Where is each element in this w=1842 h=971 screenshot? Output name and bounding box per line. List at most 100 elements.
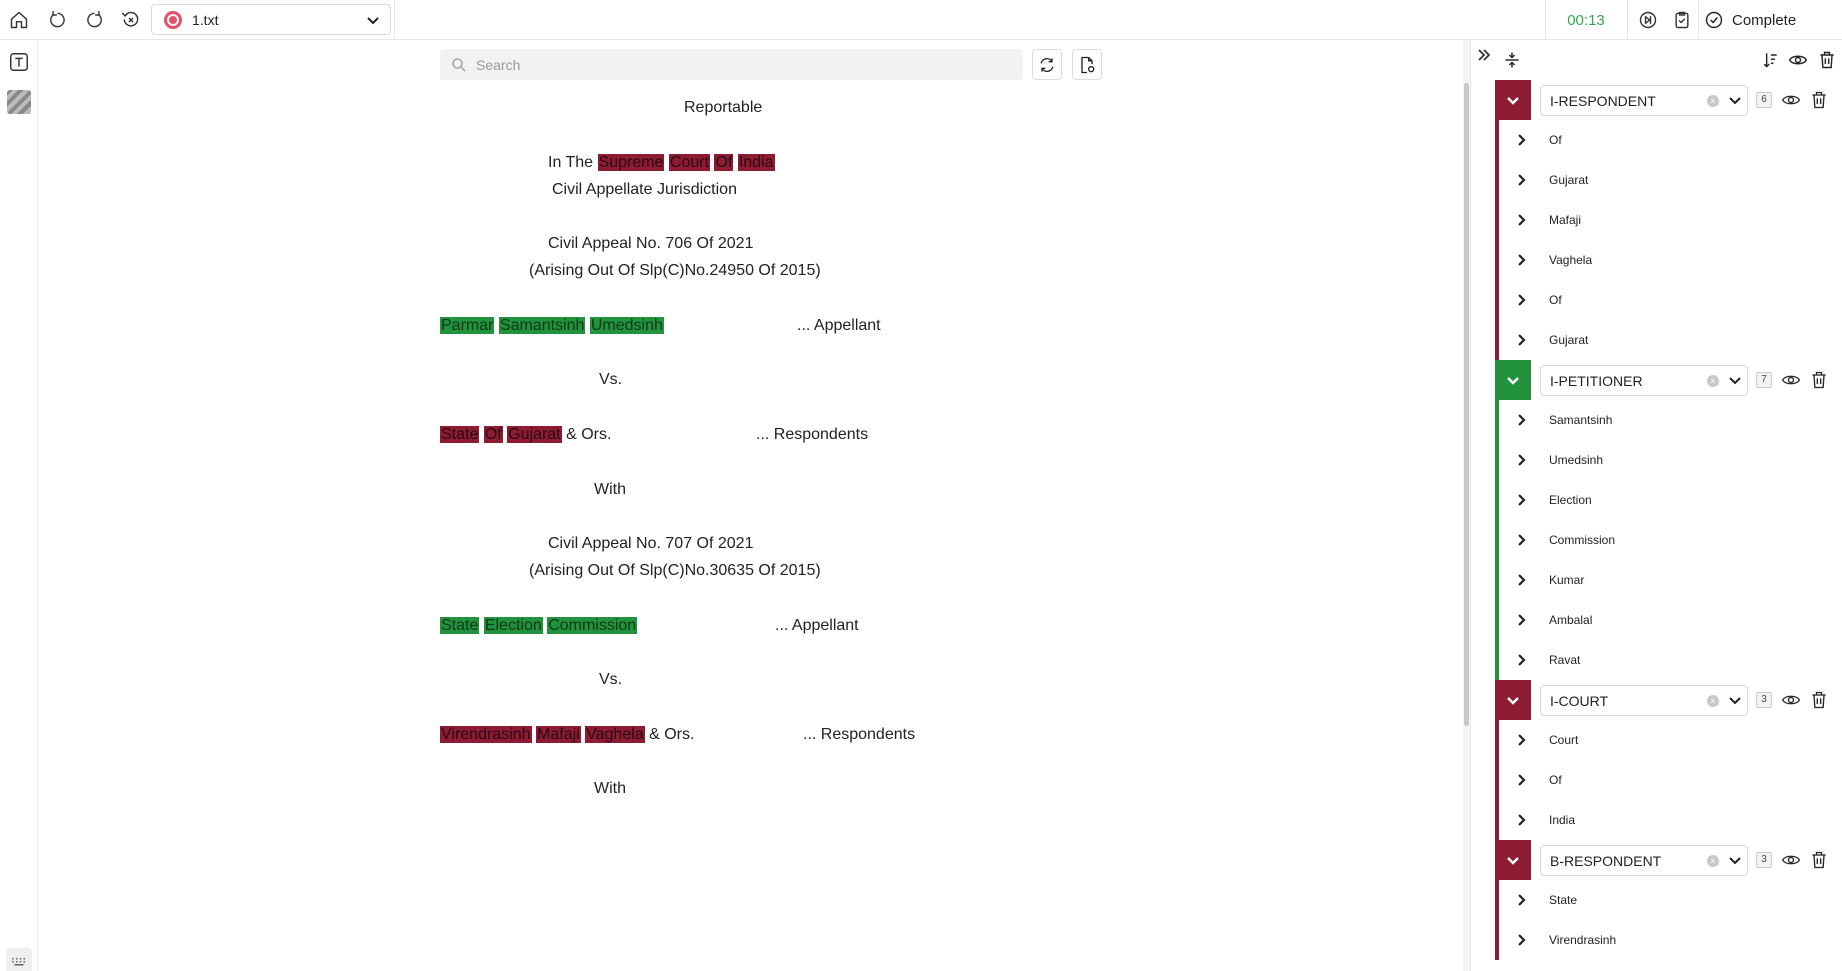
entity-item[interactable]: Commission [1499,520,1842,560]
eye-icon[interactable] [1781,690,1801,710]
clear-icon[interactable]: × [1707,95,1719,107]
clear-icon[interactable]: × [1707,855,1719,867]
chevron-right-icon[interactable] [1513,212,1529,228]
pattern-tool-icon[interactable] [7,90,31,114]
entity-highlight[interactable]: Umedsinh [589,317,664,334]
entity-item[interactable]: State [1499,880,1842,920]
entity-highlight[interactable]: Supreme [597,154,665,171]
entity-highlight[interactable]: Commission [547,617,638,634]
entity-item[interactable]: Court [1499,720,1842,760]
file-selector[interactable]: 1.txt [151,4,391,35]
entity-type-select[interactable]: B-RESPONDENT × [1540,845,1748,876]
clipboard-check-icon[interactable] [1670,8,1694,32]
group-toggle-button[interactable] [1495,840,1531,880]
entity-item[interactable]: Ambalal [1499,600,1842,640]
eye-icon[interactable] [1784,46,1812,74]
entity-item[interactable]: Of [1499,120,1842,160]
chevron-right-icon[interactable] [1513,652,1529,668]
chevron-right-icon[interactable] [1513,732,1529,748]
scrollbar-thumb[interactable] [1464,83,1469,726]
document-viewer: Reportable In The Supreme Court Of India… [39,40,1462,971]
entity-highlight[interactable]: Virendrasinh [440,726,532,743]
chevron-right-icon[interactable] [1513,572,1529,588]
entity-highlight[interactable]: India [737,154,775,171]
trash-icon[interactable] [1813,46,1841,74]
entity-highlight[interactable]: Parmar [440,317,495,334]
text-tool-icon[interactable] [7,50,31,74]
chevron-right-icon[interactable] [1513,772,1529,788]
entity-highlight[interactable]: Of [483,426,503,443]
collapse-all-icon[interactable] [1498,46,1526,74]
keyboard-icon[interactable] [6,948,32,971]
entity-type-select[interactable]: I-PETITIONER × [1540,365,1748,396]
refresh-button[interactable] [1032,49,1062,80]
chevron-right-icon[interactable] [1513,812,1529,828]
trash-icon[interactable] [1809,370,1829,390]
eye-icon[interactable] [1781,90,1801,110]
entity-type-select[interactable]: I-RESPONDENT × [1540,85,1748,116]
eye-icon[interactable] [1781,850,1801,870]
entity-item[interactable]: Vaghela [1499,240,1842,280]
entity-highlight[interactable]: Gujarat [507,426,562,443]
trash-icon[interactable] [1809,90,1829,110]
entity-item[interactable]: Of [1499,280,1842,320]
group-toggle-button[interactable] [1495,680,1531,720]
trash-icon[interactable] [1809,690,1829,710]
clear-icon[interactable]: × [1707,695,1719,707]
entity-item[interactable]: Ravat [1499,640,1842,680]
entity-highlight[interactable]: Samantsinh [498,317,586,334]
entity-item[interactable]: Umedsinh [1499,440,1842,480]
entity-type-label: B-RESPONDENT [1550,852,1662,869]
entity-item[interactable]: India [1499,800,1842,840]
group-toggle-button[interactable] [1495,360,1531,400]
eye-icon[interactable] [1781,370,1801,390]
entity-highlight[interactable]: Of [714,154,734,171]
search-bar[interactable] [440,49,1023,80]
skip-icon[interactable] [1636,8,1660,32]
reset-icon[interactable] [119,8,143,32]
entity-item-label: Election [1549,493,1592,507]
group-toggle-button[interactable] [1495,80,1531,120]
entity-item[interactable]: Gujarat [1499,320,1842,360]
search-input[interactable] [476,56,996,73]
chevron-right-icon[interactable] [1513,612,1529,628]
chevron-right-icon[interactable] [1513,492,1529,508]
document-settings-button[interactable] [1072,49,1102,80]
entity-highlight[interactable]: State [440,617,480,634]
chevron-right-icon[interactable] [1513,172,1529,188]
entity-item[interactable]: Mafaji [1499,200,1842,240]
chevron-right-icon[interactable] [1513,532,1529,548]
home-icon[interactable] [7,8,31,32]
entity-item-label: India [1549,813,1576,827]
entity-highlight[interactable]: Mafaji [536,726,581,743]
chevron-right-icon[interactable] [1513,892,1529,908]
entity-highlight[interactable]: State [440,426,480,443]
chevron-right-icon[interactable] [1513,412,1529,428]
chevron-right-icon[interactable] [1513,932,1529,948]
undo-icon[interactable] [46,8,70,32]
chevron-right-icon[interactable] [1513,252,1529,268]
entity-highlight[interactable]: Vaghela [585,726,645,743]
trash-icon[interactable] [1809,850,1829,870]
entity-type-select[interactable]: I-COURT × [1540,685,1748,716]
doc-line: Civil Appellate Jurisdiction [552,180,737,200]
entity-item[interactable]: Election [1499,480,1842,520]
entity-highlight[interactable]: Election [483,617,543,634]
chevron-right-icon[interactable] [1513,452,1529,468]
entity-item[interactable]: Virendrasinh [1499,920,1842,960]
chevron-right-icon[interactable] [1513,332,1529,348]
entity-highlight[interactable]: Court [668,154,711,171]
doc-text: With [594,481,626,498]
complete-button[interactable]: Complete [1704,5,1840,35]
entity-item[interactable]: Gujarat [1499,160,1842,200]
entity-item[interactable]: Kumar [1499,560,1842,600]
redo-icon[interactable] [82,8,106,32]
entity-item-label: Of [1549,773,1562,787]
chevron-right-icon[interactable] [1513,132,1529,148]
sort-icon[interactable] [1756,46,1784,74]
entity-item[interactable]: Samantsinh [1499,400,1842,440]
entity-item[interactable]: Of [1499,760,1842,800]
collapse-panel-button[interactable] [1473,44,1495,66]
clear-icon[interactable]: × [1707,375,1719,387]
chevron-right-icon[interactable] [1513,292,1529,308]
